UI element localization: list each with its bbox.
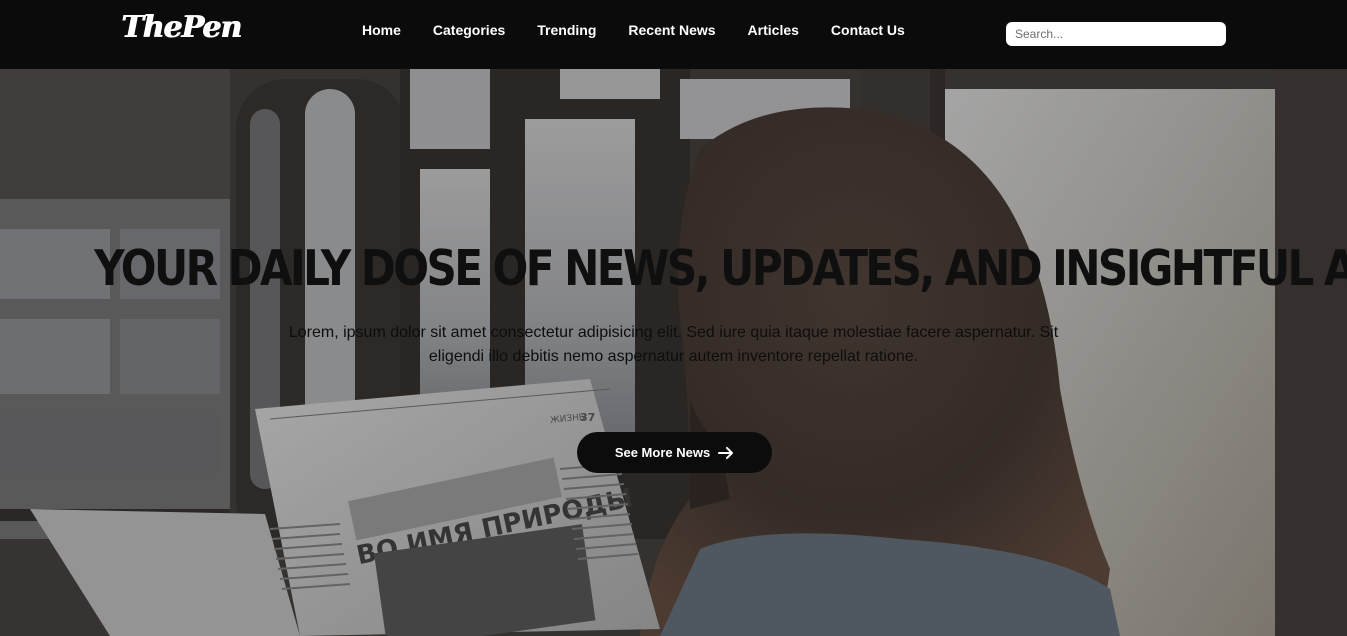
arrow-right-icon xyxy=(718,446,734,459)
nav-link-articles[interactable]: Articles xyxy=(748,22,799,42)
hero-description-line-1: Lorem, ipsum dolor sit amet consectetur … xyxy=(288,324,1059,341)
hero-section: ВО ИМЯ ПРИРОДЫ ЖИЗНЬ 37 YOUR DAILY DOSE … xyxy=(0,69,1347,636)
main-nav: Home Categories Trending Recent News Art… xyxy=(362,22,937,42)
hero-description-line-2: eligendi illo debitis nemo aspernatur au… xyxy=(428,348,919,365)
nav-link-categories[interactable]: Categories xyxy=(433,22,505,42)
nav-link-trending[interactable]: Trending xyxy=(537,22,596,42)
site-logo[interactable]: ThePen xyxy=(121,10,242,45)
see-more-news-button[interactable]: See More News xyxy=(577,432,772,473)
search-input[interactable] xyxy=(1006,22,1226,46)
top-navbar: ThePen Home Categories Trending Recent N… xyxy=(0,0,1347,69)
hero-headline: YOUR DAILY DOSE OF NEWS, UPDATES, AND IN… xyxy=(94,240,1347,297)
nav-link-contact-us[interactable]: Contact Us xyxy=(831,22,905,42)
hero-description: Lorem, ipsum dolor sit amet consectetur … xyxy=(250,321,1097,369)
nav-link-recent-news[interactable]: Recent News xyxy=(628,22,715,42)
nav-link-home[interactable]: Home xyxy=(362,22,401,42)
cta-label: See More News xyxy=(614,445,711,460)
